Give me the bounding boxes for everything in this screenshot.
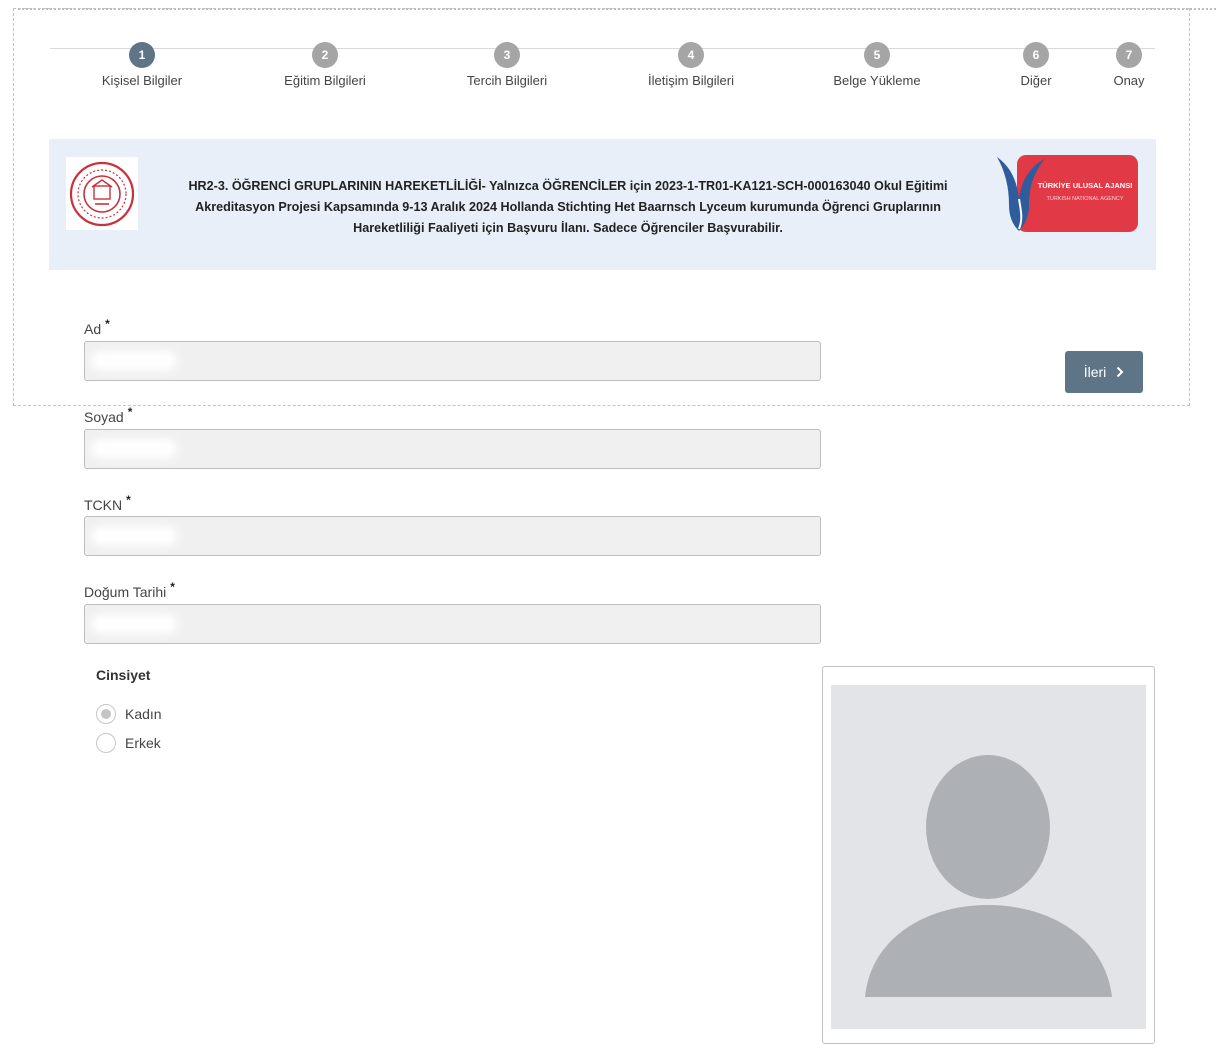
- national-agency-logo-icon: TÜRKİYE ULUSAL AJANSI TURKISH NATIONAL A…: [995, 155, 1138, 232]
- step-egitim-bilgileri[interactable]: 2 Eğitim Bilgileri: [240, 42, 410, 88]
- step-label: Onay: [1113, 73, 1145, 88]
- next-button[interactable]: İleri: [1065, 351, 1143, 393]
- required-mark: *: [126, 493, 131, 507]
- avatar: [831, 685, 1146, 1029]
- banner-line-2: Akreditasyon Projesi Kapsamında 9-13 Ara…: [195, 200, 941, 214]
- step-number: 5: [864, 42, 890, 68]
- radio-kadin[interactable]: [96, 704, 116, 724]
- dogum-tarihi-label: Doğum Tarihi *: [84, 580, 175, 600]
- required-mark: *: [127, 405, 133, 419]
- gender-option-label: Kadın: [125, 706, 162, 722]
- ad-label-text: Ad: [84, 321, 102, 337]
- tckn-input[interactable]: [84, 516, 821, 556]
- banner-line-3: Hareketliliği Faaliyeti için Başvuru İla…: [353, 221, 783, 235]
- gender-title: Cinsiyet: [96, 667, 151, 683]
- meb-logo-icon: [66, 157, 138, 230]
- radio-erkek[interactable]: [96, 733, 116, 753]
- step-label: Belge Yükleme: [833, 73, 921, 88]
- redacted-value: [91, 526, 177, 546]
- required-mark: *: [105, 317, 110, 331]
- step-tercih-bilgileri[interactable]: 3 Tercih Bilgileri: [422, 42, 592, 88]
- soyad-label: Soyad *: [84, 405, 132, 425]
- step-number: 1: [129, 42, 155, 68]
- banner-line-1: HR2-3. ÖĞRENCİ GRUPLARININ HAREKETLİLİĞİ…: [188, 179, 948, 193]
- step-number: 3: [494, 42, 520, 68]
- step-number: 7: [1116, 42, 1142, 68]
- redacted-value: [91, 351, 177, 371]
- soyad-label-text: Soyad: [84, 409, 124, 425]
- step-number: 2: [312, 42, 338, 68]
- step-label: İletişim Bilgileri: [648, 73, 734, 88]
- gender-option-kadin[interactable]: Kadın: [96, 704, 162, 724]
- chevron-right-icon: [1117, 366, 1124, 378]
- ad-input[interactable]: [84, 341, 821, 381]
- gender-option-erkek[interactable]: Erkek: [96, 733, 161, 753]
- announcement-banner: HR2-3. ÖĞRENCİ GRUPLARININ HAREKETLİLİĞİ…: [49, 139, 1156, 270]
- user-placeholder-icon: [865, 755, 1112, 997]
- step-label: Eğitim Bilgileri: [284, 73, 366, 88]
- agency-logo-text: TÜRKİYE ULUSAL AJANSI: [1038, 181, 1133, 190]
- next-button-label: İleri: [1083, 364, 1107, 380]
- step-number: 4: [678, 42, 704, 68]
- agency-logo-subtext: TURKISH NATIONAL AGENCY: [1046, 196, 1123, 202]
- photo-upload[interactable]: [822, 666, 1155, 1044]
- tckn-label: TCKN *: [84, 493, 131, 513]
- ad-label: Ad *: [84, 317, 110, 337]
- soyad-input[interactable]: [84, 429, 821, 469]
- required-mark: *: [170, 580, 175, 594]
- dogum-tarihi-input[interactable]: [84, 604, 821, 644]
- step-label: Tercih Bilgileri: [466, 73, 548, 88]
- step-onay[interactable]: 7 Onay: [1044, 42, 1214, 88]
- step-kisisel-bilgiler[interactable]: 1 Kişisel Bilgiler: [57, 42, 227, 88]
- gender-option-label: Erkek: [125, 735, 161, 751]
- banner-text: HR2-3. ÖĞRENCİ GRUPLARININ HAREKETLİLİĞİ…: [157, 176, 979, 239]
- dogum-tarihi-label-text: Doğum Tarihi: [84, 584, 167, 600]
- redacted-value: [91, 439, 177, 459]
- step-label: Kişisel Bilgiler: [101, 73, 183, 88]
- tckn-label-text: TCKN: [84, 497, 123, 513]
- step-belge-yukleme[interactable]: 5 Belge Yükleme: [792, 42, 962, 88]
- step-iletisim-bilgileri[interactable]: 4 İletişim Bilgileri: [606, 42, 776, 88]
- radio-dot: [101, 709, 111, 719]
- redacted-value: [91, 614, 177, 634]
